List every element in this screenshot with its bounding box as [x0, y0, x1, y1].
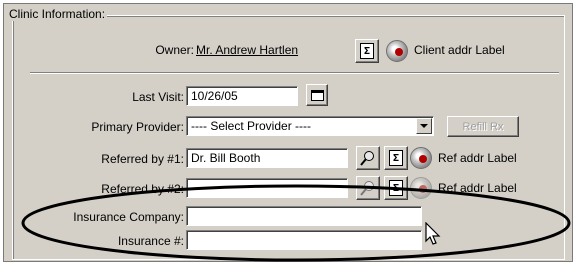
- owner-name-link[interactable]: Mr. Andrew Hartlen: [196, 43, 298, 57]
- search-icon: [360, 151, 374, 166]
- owner-label: Owner:: [155, 43, 194, 57]
- primary-provider-value: ---- Select Provider ----: [191, 119, 312, 133]
- referred1-label-button[interactable]: Σ: [384, 146, 408, 170]
- cursor-icon: [425, 222, 441, 245]
- globe-icon[interactable]: [410, 147, 432, 169]
- referred2-label-button[interactable]: Σ: [384, 176, 408, 200]
- referred2-addr-label: Ref addr Label: [438, 181, 517, 195]
- primary-provider-label: Primary Provider:: [91, 120, 184, 134]
- client-addr-label: Client addr Label: [414, 43, 505, 57]
- group-title: Clinic Information:: [7, 7, 108, 21]
- last-visit-field[interactable]: 10/26/05: [186, 86, 298, 106]
- dropdown-arrow-icon[interactable]: [416, 118, 432, 134]
- insurance-company-field[interactable]: [186, 206, 422, 226]
- last-visit-label: Last Visit:: [132, 90, 184, 104]
- refill-rx-button[interactable]: Refill Rx: [447, 116, 519, 137]
- referred2-label: Referred by #2:: [101, 182, 184, 196]
- referred2-search-button[interactable]: [356, 176, 380, 200]
- owner-label-button[interactable]: Σ: [355, 39, 379, 63]
- insurance-number-field[interactable]: [186, 230, 422, 250]
- calendar-button[interactable]: [306, 84, 328, 106]
- insurance-company-label: Insurance Company:: [73, 210, 184, 224]
- referred1-label: Referred by #1:: [101, 152, 184, 166]
- label-doc-icon: Σ: [389, 150, 403, 166]
- label-doc-icon: Σ: [389, 180, 403, 196]
- search-icon: [360, 181, 374, 196]
- referred1-addr-label: Ref addr Label: [438, 151, 517, 165]
- insurance-number-label: Insurance #:: [117, 234, 184, 248]
- globe-icon[interactable]: [386, 40, 408, 62]
- calendar-icon: [310, 89, 324, 101]
- separator: [30, 72, 559, 74]
- referred1-search-button[interactable]: [356, 146, 380, 170]
- referred2-field[interactable]: [186, 178, 348, 198]
- referred1-field[interactable]: Dr. Bill Booth: [186, 148, 348, 168]
- label-doc-icon: Σ: [360, 43, 374, 59]
- globe-icon[interactable]: [410, 177, 432, 199]
- primary-provider-select[interactable]: ---- Select Provider ----: [186, 116, 434, 136]
